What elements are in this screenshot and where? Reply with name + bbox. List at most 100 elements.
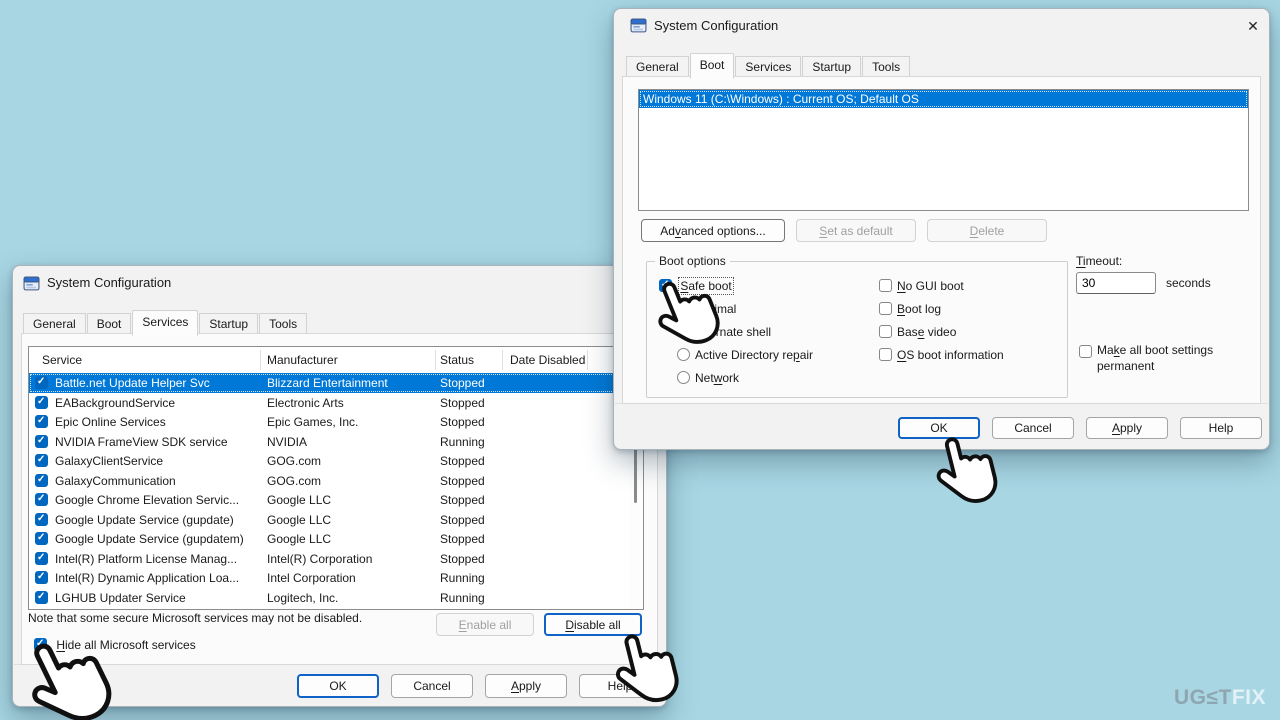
tab-boot[interactable]: Boot [86,313,132,334]
service-name: NVIDIA FrameView SDK service [55,434,228,449]
ok-button[interactable]: OK [297,674,379,698]
tab-general[interactable]: General [23,313,86,334]
make-permanent-label: Make all boot settings permanent [1097,343,1214,373]
service-row-galaxycommunication[interactable]: GalaxyCommunication GOG.com Stopped [29,471,643,491]
checkbox-os-boot-information[interactable] [879,348,892,362]
cancel-button[interactable]: Cancel [992,417,1074,439]
service-manufacturer: GOG.com [267,454,322,468]
radio-row-network[interactable]: Network [677,370,739,385]
msconfig-icon [630,17,647,34]
table-header: Service Manufacturer Status Date Disable… [29,347,643,374]
checkbox-no-gui-boot[interactable] [879,279,892,293]
checkbox-row-base-video[interactable]: Base video [879,324,956,339]
checkbox-row-boot-log[interactable]: Boot log [879,301,941,316]
tab-startup[interactable]: Startup [199,313,259,334]
service-name: GalaxyClientService [55,454,164,468]
make-permanent-checkbox[interactable] [1079,345,1092,358]
service-row-battle-net-update-helper-svc[interactable]: Battle.net Update Helper Svc Blizzard Ent… [29,373,643,393]
help-button[interactable]: Help [1180,417,1262,439]
titlebar[interactable]: System Configuration ✕ [614,9,1269,43]
service-row-nvidia-frameview-sdk-service[interactable]: NVIDIA FrameView SDK service NVIDIA Runnin… [29,432,643,452]
checkbox-label: Boot log [897,301,942,316]
tab-services[interactable]: Services [132,310,199,336]
service-name: GalaxyCommunication [55,473,176,488]
service-name: LGHUB Updater Service [55,590,186,605]
column-divider [587,350,588,370]
service-name: Battle.net Update Helper Svc [55,376,210,390]
service-row-intel-r-dynamic-application-loa[interactable]: Intel(R) Dynamic Application Loa... Intel… [29,568,643,588]
service-row-google-update-service-gupdate[interactable]: Google Update Service (gupdate) Google LL… [29,510,643,530]
tab-general[interactable]: General [626,56,689,77]
make-permanent-row[interactable]: Make all boot settings permanent [1079,343,1249,374]
boot-os-entry[interactable]: Windows 11 (C:\Windows) : Current OS; De… [639,90,1248,108]
service-row-eabackgroundservice[interactable]: EABackgroundService Electronic Arts Stoppe… [29,393,643,413]
timeout-label: Timeout: [1076,254,1123,268]
column-header-manufacturer[interactable]: Manufacturer [267,353,338,367]
tab-tools[interactable]: Tools [862,56,911,77]
service-row-google-chrome-elevation-servic[interactable]: Google Chrome Elevation Servic... Google … [29,490,643,510]
checkbox-boot-log[interactable] [879,302,892,316]
column-header-service[interactable]: Service [42,353,82,367]
delete-button[interactable]: Delete [927,219,1047,242]
service-checkbox[interactable] [35,454,48,467]
advanced-options-button[interactable]: Ad v anced options... [641,219,785,242]
timeout-input[interactable] [1076,272,1156,294]
service-row-galaxyclientservice[interactable]: GalaxyClientService GOG.com Stopped [29,451,643,471]
tab-services[interactable]: Services [735,56,802,77]
service-name: EABackgroundService [55,395,176,410]
tab-boot[interactable]: Boot [689,53,735,79]
service-status: Stopped [440,532,485,546]
service-name: Google Update Service (gupdatem) [55,532,244,546]
services-table: Service Manufacturer Status Date Disable… [28,346,644,610]
timeout-unit-label: seconds [1166,276,1211,290]
checkbox-row-os-boot-information[interactable]: OS boot information [879,347,1004,362]
ugetfix-watermark: UG≤TFIX [1173,686,1266,709]
close-icon[interactable]: ✕ [1238,15,1268,38]
service-manufacturer: Blizzard Entertainment [267,376,388,390]
checkbox-base-video[interactable] [879,325,892,339]
tab-strip: General Boot Services Startup Tools [23,310,308,336]
service-checkbox[interactable] [35,571,48,584]
service-checkbox[interactable] [35,376,48,389]
tab-startup[interactable]: Startup [802,56,862,77]
service-status: Running [440,590,485,605]
service-checkbox[interactable] [35,434,48,448]
service-row-intel-r-platform-license-manag[interactable]: Intel(R) Platform License Manag... Intel(… [29,549,643,569]
titlebar[interactable]: System Configuration [13,266,666,300]
service-status: Stopped [440,454,485,468]
service-manufacturer: NVIDIA [267,434,308,449]
service-status: Stopped [440,395,485,410]
boot-os-list[interactable]: Windows 11 (C:\Windows) : Current OS; De… [638,89,1249,211]
set-as-default-button[interactable]: Set as default [796,219,916,242]
tab-tools[interactable]: Tools [259,313,308,334]
column-divider [435,350,436,370]
service-manufacturer: Intel Corporation [267,571,356,585]
checkbox-row-no-gui-boot[interactable]: No GUI boot [879,278,964,293]
window-title: System Configuration [654,18,779,33]
boot-options-legend: Boot options [655,254,730,268]
column-header-date-disabled[interactable]: Date Disabled [510,353,585,367]
service-status: Stopped [440,376,485,390]
service-status: Stopped [440,415,485,429]
radio-network[interactable] [677,371,690,385]
service-checkbox[interactable] [35,512,48,526]
service-checkbox[interactable] [35,551,48,565]
service-checkbox[interactable] [35,532,48,545]
service-row-lghub-updater-service[interactable]: LGHUB Updater Service Logitech, Inc. Runni… [29,588,643,608]
service-manufacturer: Epic Games, Inc. [267,415,359,429]
enable-all-button[interactable]: Enable all [436,613,534,636]
apply-button[interactable]: Apply [485,674,567,698]
service-checkbox[interactable] [35,395,48,409]
column-header-status[interactable]: Status [440,353,474,367]
service-checkbox[interactable] [35,473,48,487]
service-name: Intel(R) Platform License Manag... [55,551,238,566]
service-name: Epic Online Services [55,415,166,429]
service-row-google-update-service-gupdatem[interactable]: Google Update Service (gupdatem) Google L… [29,529,643,549]
cancel-button[interactable]: Cancel [391,674,473,698]
service-status: Running [440,434,485,449]
service-checkbox[interactable] [35,415,48,428]
apply-button[interactable]: Apply [1086,417,1168,439]
service-checkbox[interactable] [35,493,48,506]
service-row-epic-online-services[interactable]: Epic Online Services Epic Games, Inc. Stop… [29,412,643,432]
service-checkbox[interactable] [35,590,48,604]
